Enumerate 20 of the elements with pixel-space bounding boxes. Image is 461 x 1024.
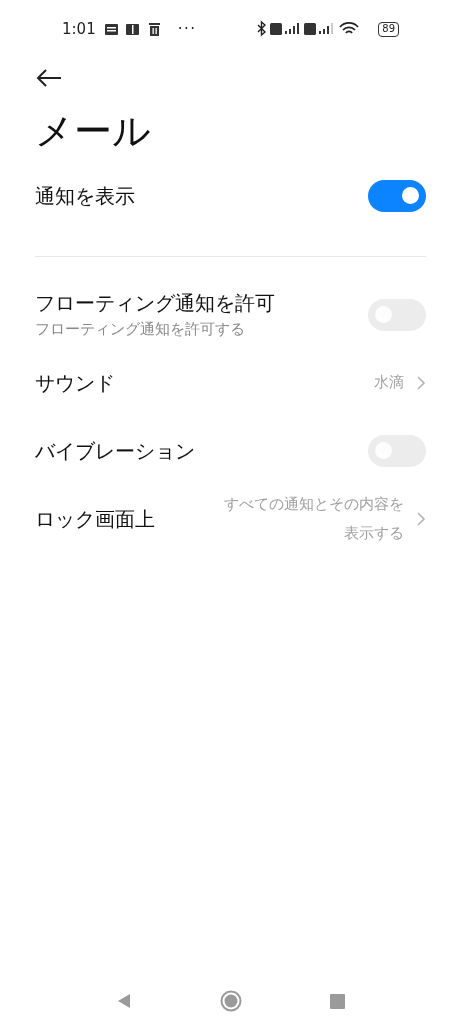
toggle-switch[interactable] [368, 179, 426, 212]
status-time: 1:01 [62, 18, 96, 40]
setting-label: 通知を表示 [35, 182, 135, 210]
page-title: メール [34, 108, 152, 155]
setting-value: 水滴 [374, 372, 404, 393]
setting-label: バイブレーション [35, 437, 195, 465]
setting-label: ロック画面上 [35, 505, 155, 533]
recents-nav-icon[interactable] [330, 993, 345, 1009]
more-notifications: ··· [177, 18, 197, 40]
setting-label: サウンド [35, 369, 115, 397]
battery-indicator: 89 [378, 21, 399, 37]
back-arrow-icon[interactable] [35, 68, 63, 88]
setting-value: すべての通知とその内容を表示する [223, 493, 404, 544]
back-nav-icon[interactable] [116, 993, 132, 1009]
home-nav-icon[interactable] [220, 990, 242, 1012]
notification-icons [103, 21, 162, 37]
chevron-right-icon [416, 510, 426, 527]
chevron-right-icon [416, 374, 426, 391]
setting-label: フローティング通知を許可 [35, 290, 275, 318]
setting-description: フローティング通知を許可する [35, 319, 246, 341]
